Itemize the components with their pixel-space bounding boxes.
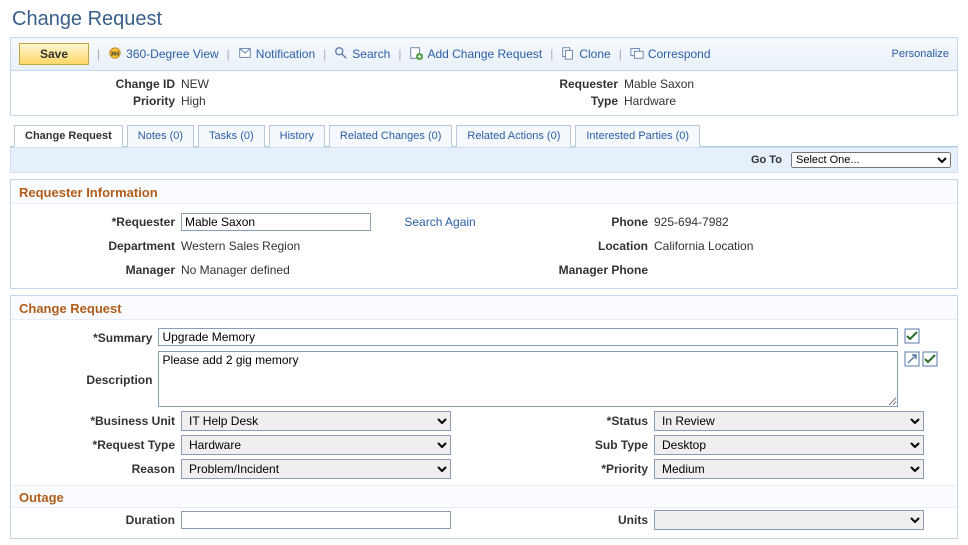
notification-link[interactable]: Notification (238, 46, 315, 63)
phone-value: 925-694-7982 (654, 215, 729, 229)
priority-label: Priority (11, 93, 181, 109)
tab-history[interactable]: History (269, 125, 325, 147)
department-label: Department (11, 239, 181, 253)
toolbar-link-label: Correspond (648, 47, 711, 61)
toolbar-link-label: Clone (579, 47, 610, 61)
360-degree-view-link[interactable]: 360 360-Degree View (108, 46, 219, 63)
status-select[interactable]: In Review (654, 411, 924, 431)
requester-input[interactable] (181, 213, 371, 231)
change-request-section: Change Request *Summary Description (10, 295, 958, 539)
duration-input[interactable] (181, 511, 451, 529)
header-fields: Change ID NEW Requester Mable Saxon Prio… (10, 71, 958, 116)
360-icon: 360 (108, 46, 122, 63)
separator: | (548, 47, 555, 61)
separator: | (396, 47, 403, 61)
toolbar-link-label: Search (352, 47, 390, 61)
requester-field-label: *Requester (11, 215, 181, 229)
priority-select[interactable]: Medium (654, 459, 924, 479)
goto-select[interactable]: Select One... (791, 152, 951, 168)
correspond-link[interactable]: Correspond (630, 46, 711, 63)
correspond-icon (630, 46, 644, 63)
tab-tasks[interactable]: Tasks (0) (198, 125, 265, 147)
toolbar-link-label: Add Change Request (427, 47, 542, 61)
type-value: Hardware (624, 93, 676, 109)
tab-notes[interactable]: Notes (0) (127, 125, 194, 147)
reason-label: Reason (11, 462, 181, 476)
add-change-request-link[interactable]: Add Change Request (409, 46, 542, 63)
requester-label: Requester (484, 75, 624, 93)
request-type-label: *Request Type (11, 438, 181, 452)
section-title-requester: Requester Information (11, 180, 957, 204)
personalize-link[interactable]: Personalize (892, 48, 949, 60)
business-unit-select[interactable]: IT Help Desk (181, 411, 451, 431)
save-button[interactable]: Save (19, 43, 89, 65)
svg-text:360: 360 (111, 51, 120, 57)
separator: | (321, 47, 328, 61)
separator: | (225, 47, 232, 61)
requester-value: Mable Saxon (624, 75, 694, 93)
reason-select[interactable]: Problem/Incident (181, 459, 451, 479)
location-value: California Location (654, 239, 753, 253)
duration-label: Duration (11, 513, 181, 527)
tab-interested-parties[interactable]: Interested Parties (0) (575, 125, 700, 147)
business-unit-label: *Business Unit (11, 414, 181, 428)
sub-type-label: Sub Type (484, 438, 654, 452)
summary-label: *Summary (11, 331, 158, 345)
outage-title: Outage (11, 485, 957, 508)
summary-input[interactable] (158, 328, 898, 346)
spellcheck-icon[interactable] (922, 351, 938, 370)
separator: | (95, 47, 102, 61)
type-label: Type (484, 93, 624, 109)
tab-related-changes[interactable]: Related Changes (0) (329, 125, 453, 147)
separator: | (617, 47, 624, 61)
change-id-value: NEW (181, 75, 209, 93)
priority-value: High (181, 93, 206, 109)
toolbar: Save | 360 360-Degree View | Notificatio… (10, 37, 958, 71)
tab-change-request[interactable]: Change Request (14, 125, 123, 147)
manager-value: No Manager defined (181, 263, 290, 277)
manager-phone-label: Manager Phone (484, 263, 654, 277)
request-type-select[interactable]: Hardware (181, 435, 451, 455)
toolbar-link-label: Notification (256, 47, 315, 61)
priority-field-label: *Priority (484, 462, 654, 476)
department-value: Western Sales Region (181, 239, 300, 253)
clone-icon (561, 46, 575, 63)
sub-type-select[interactable]: Desktop (654, 435, 924, 455)
goto-bar: Go To Select One... (10, 147, 958, 173)
description-textarea[interactable] (158, 351, 898, 407)
goto-label: Go To (751, 154, 788, 166)
change-id-label: Change ID (11, 75, 181, 93)
phone-label: Phone (484, 215, 654, 229)
description-label: Description (11, 371, 158, 387)
search-link[interactable]: Search (334, 46, 390, 63)
page-title: Change Request (0, 0, 968, 37)
spellcheck-icon[interactable] (904, 328, 920, 347)
requester-info-section: Requester Information *Requester Search … (10, 179, 958, 289)
add-icon (409, 46, 423, 63)
units-select[interactable] (654, 510, 924, 530)
tabstrip: Change Request Notes (0) Tasks (0) Histo… (10, 124, 958, 147)
manager-label: Manager (11, 263, 181, 277)
notification-icon (238, 46, 252, 63)
tab-related-actions[interactable]: Related Actions (0) (456, 125, 571, 147)
search-icon (334, 46, 348, 63)
expand-icon[interactable] (904, 351, 920, 370)
status-label: *Status (484, 414, 654, 428)
search-again-link[interactable]: Search Again (404, 215, 475, 229)
section-title-change-request: Change Request (11, 296, 957, 320)
toolbar-link-label: 360-Degree View (126, 47, 219, 61)
location-label: Location (484, 239, 654, 253)
clone-link[interactable]: Clone (561, 46, 610, 63)
units-label: Units (484, 513, 654, 527)
